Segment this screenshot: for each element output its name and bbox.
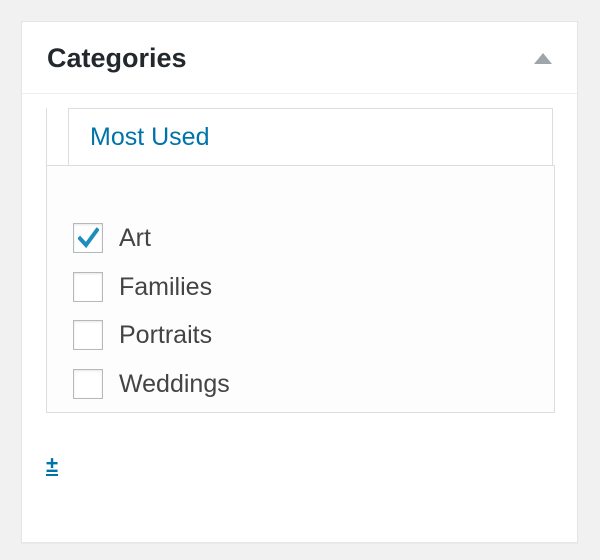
category-label-art: Art — [119, 224, 151, 252]
category-label-families: Families — [119, 273, 213, 301]
category-item-families[interactable]: Families — [73, 271, 212, 303]
add-category-link[interactable]: ± — [46, 452, 58, 478]
category-checkbox-portraits[interactable] — [73, 320, 103, 350]
category-item-weddings[interactable]: Weddings — [73, 368, 230, 400]
tab-most-used[interactable]: Most Used — [68, 108, 553, 166]
categories-metabox: Categories Most Used Art Families Portra… — [21, 21, 578, 543]
metabox-title: Categories — [47, 43, 187, 73]
category-checkbox-weddings[interactable] — [73, 369, 103, 399]
category-item-portraits[interactable]: Portraits — [73, 319, 212, 351]
checkmark-icon — [78, 227, 99, 249]
triangle-up-icon[interactable] — [534, 53, 552, 64]
category-label-weddings: Weddings — [119, 370, 230, 398]
category-label-portraits: Portraits — [119, 321, 213, 349]
category-checkbox-families[interactable] — [73, 272, 103, 302]
metabox-header: Categories — [22, 22, 577, 94]
tab-most-used-label: Most Used — [90, 123, 210, 151]
category-item-art[interactable]: Art — [73, 222, 151, 254]
tab-spacer — [46, 108, 69, 166]
category-checkbox-art[interactable] — [73, 223, 103, 253]
category-tabs-panel: Art Families Portraits Weddings — [46, 165, 555, 413]
